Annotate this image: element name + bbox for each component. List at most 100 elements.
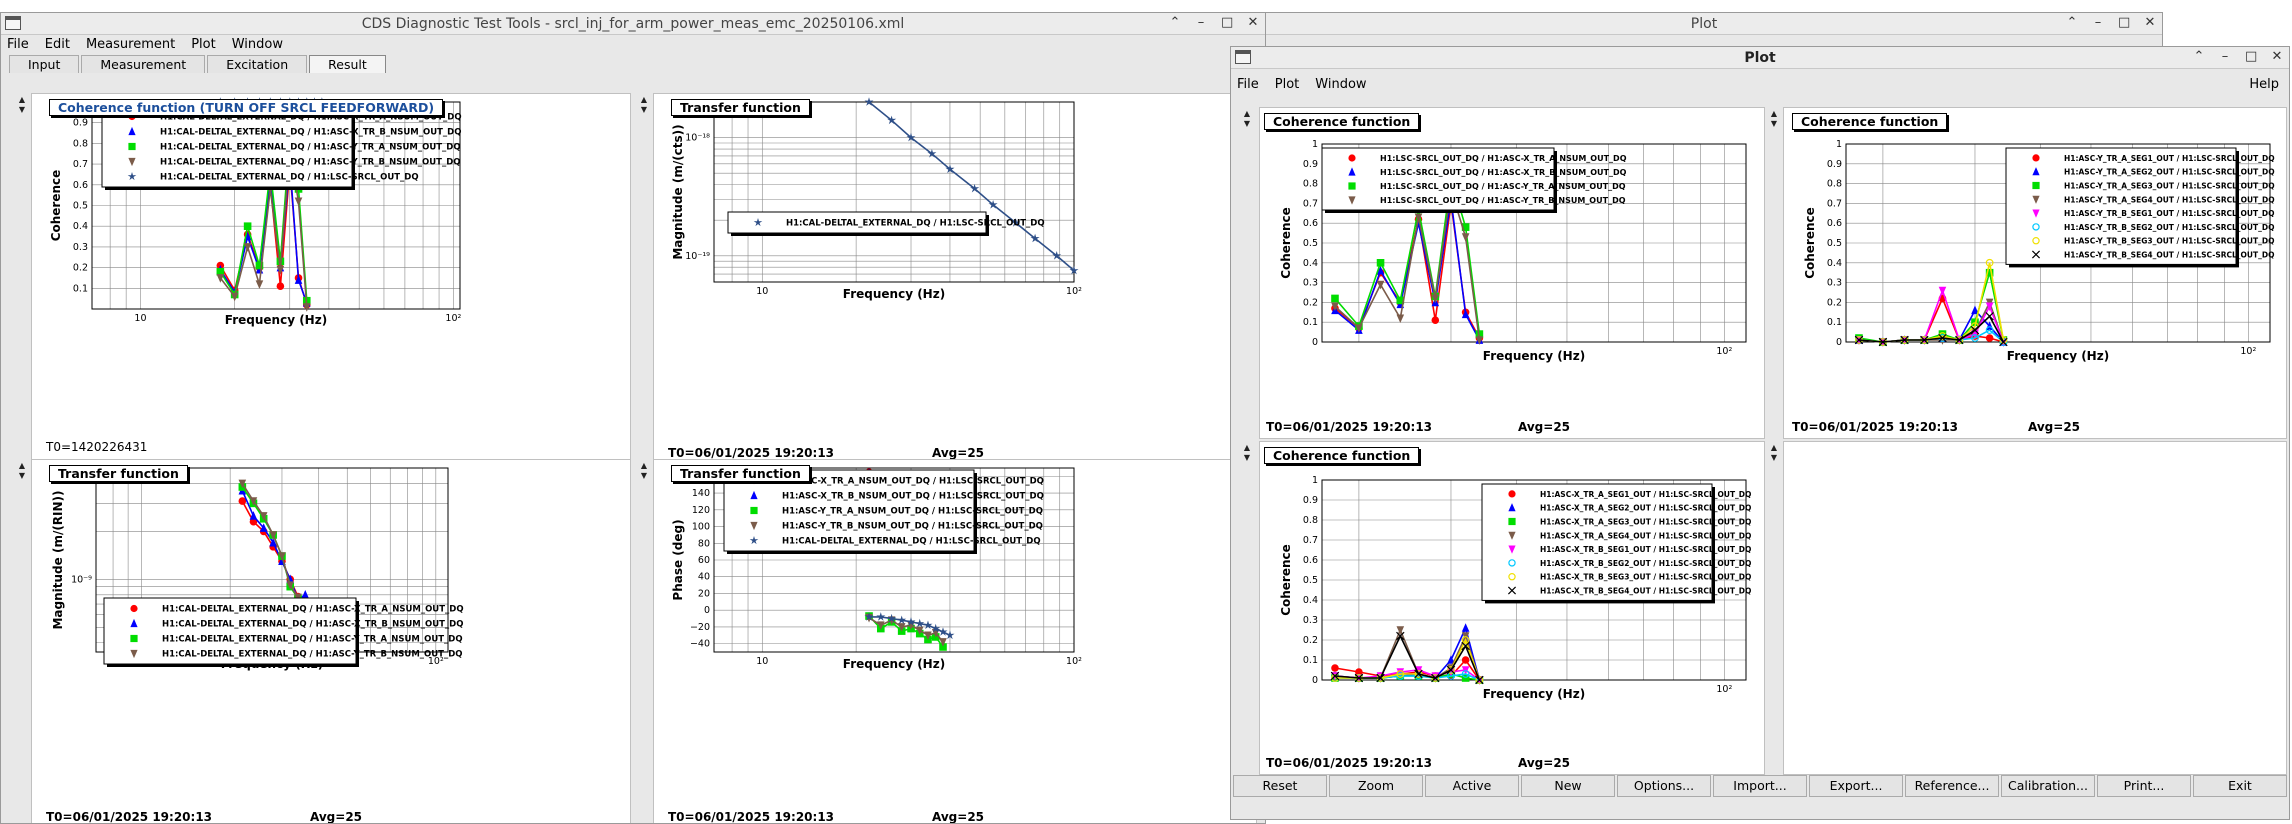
tab-result[interactable]: Result: [309, 55, 386, 73]
tab-measurement[interactable]: Measurement: [81, 55, 206, 73]
menu-window[interactable]: Window: [1315, 77, 1366, 92]
y-tick-label: 0.6: [1303, 555, 1318, 566]
export-button[interactable]: Export...: [1809, 775, 1903, 797]
plot-pad-coherence-4[interactable]: 0 0.1 0.2 0.3 0.4 0.5 0.6 0.7 0.8 0.9 1 10² Frequenc…: [1259, 441, 1765, 775]
x-axis-label: Frequency (Hz): [2007, 349, 2109, 363]
y-tick-label: 40: [698, 572, 710, 583]
scroll-up-icon[interactable]: ▲: [17, 95, 27, 105]
menu-window[interactable]: Window: [232, 37, 283, 52]
reference-button[interactable]: Reference...: [1905, 775, 1999, 797]
shade-icon[interactable]: ⌃: [2193, 49, 2205, 64]
legend-label: H1:ASC-Y_TR_A_SEG1_OUT / H1:LSC-SRCL_OUT…: [2064, 154, 2275, 163]
print-button[interactable]: Print...: [2097, 775, 2191, 797]
menu-edit[interactable]: Edit: [45, 37, 70, 52]
active-button[interactable]: Active: [1425, 775, 1519, 797]
plot-pad-coherence-2[interactable]: 0 0.1 0.2 0.3 0.4 0.5 0.6 0.7 0.8 0.9 1 10² Frequenc…: [1259, 107, 1765, 439]
scroll-down-icon[interactable]: ▼: [639, 105, 649, 115]
zoom-button[interactable]: Zoom: [1329, 775, 1423, 797]
scroll-up-icon[interactable]: ▲: [17, 461, 27, 471]
scroll-down-icon[interactable]: ▼: [639, 471, 649, 481]
pad-scroll-3[interactable]: ▲ ▼: [17, 461, 27, 481]
y-tick-label: 0.1: [1303, 655, 1318, 666]
exit-button[interactable]: Exit: [2193, 775, 2287, 797]
menu-help[interactable]: Help: [2249, 77, 2279, 92]
pad-scroll-5[interactable]: ▲ ▼: [1242, 109, 1252, 129]
close-icon[interactable]: ✕: [2271, 49, 2283, 64]
scroll-up-icon[interactable]: ▲: [639, 461, 649, 471]
scroll-down-icon[interactable]: ▼: [1769, 453, 1779, 463]
menu-plot[interactable]: Plot: [1275, 77, 1300, 92]
menu-file[interactable]: File: [7, 37, 29, 52]
maximize-icon[interactable]: □: [2245, 49, 2257, 64]
close-icon[interactable]: ✕: [2144, 15, 2156, 30]
scroll-down-icon[interactable]: ▼: [1242, 119, 1252, 129]
data-point: [243, 222, 252, 230]
scroll-up-icon[interactable]: ▲: [1242, 443, 1252, 453]
plot-pad-transfer-mag-cts[interactable]: 10⁻¹⁹ 10⁻¹⁸ 10 10² Frequency (Hz) Magnitude (…: [653, 93, 1257, 463]
scroll-down-icon[interactable]: ▼: [17, 105, 27, 115]
chart-transfer-mag-rin: 10⁻⁹1010²Frequency (Hz)Magnitude (m/(RIN…: [51, 467, 464, 671]
menu-plot[interactable]: Plot: [191, 37, 216, 52]
data-point: [1376, 259, 1385, 267]
pad-t0: T0=06/01/2025 19:20:13: [668, 810, 835, 824]
legend-label: H1:ASC-X_TR_A_SEG4_OUT / H1:LSC-SRCL_OUT…: [1540, 531, 1751, 540]
plot-pad-coherence-1[interactable]: 0.1 0.2 0.3 0.4 0.5 0.6 0.7 0.8 0.9 10 10² Frequenc…: [31, 93, 631, 463]
y-tick-label: 0.4: [1303, 595, 1318, 606]
import-button[interactable]: Import...: [1713, 775, 1807, 797]
data-point: [1938, 286, 1947, 296]
main-window-titlebar[interactable]: CDS Diagnostic Test Tools - srcl_inj_for…: [1, 13, 1265, 35]
tab-excitation[interactable]: Excitation: [207, 55, 308, 73]
legend-label: H1:ASC-X_TR_A_SEG3_OUT / H1:LSC-SRCL_OUT…: [1540, 518, 1751, 527]
close-icon[interactable]: ✕: [1247, 15, 1259, 30]
plot-pad-transfer-phase[interactable]: −40−200204060801001201401601010²Frequenc…: [653, 459, 1257, 824]
pad-scroll-8[interactable]: ▲ ▼: [1769, 443, 1779, 463]
main-window-title: CDS Diagnostic Test Tools - srcl_inj_for…: [361, 15, 905, 32]
scroll-up-icon[interactable]: ▲: [1769, 443, 1779, 453]
data-point: [294, 197, 303, 207]
minimize-icon[interactable]: ⌃: [2066, 15, 2078, 30]
plot-pad-coherence-3[interactable]: 0 0.1 0.2 0.3 0.4 0.5 0.6 0.7 0.8 0.9 1 10² Frequenc…: [1783, 107, 2287, 439]
pad-title: Coherence function: [1264, 113, 1420, 130]
maximize-icon[interactable]: □: [1221, 15, 1233, 30]
scroll-up-icon[interactable]: ▲: [639, 95, 649, 105]
tab-input[interactable]: Input: [9, 55, 80, 73]
plot-pad-empty[interactable]: [1783, 441, 2287, 775]
back-window-title: Plot: [1690, 15, 1718, 32]
data-point: [276, 282, 285, 291]
shade-icon[interactable]: ⌃: [1169, 15, 1181, 30]
scroll-down-icon[interactable]: ▼: [17, 471, 27, 481]
pad-title: Transfer function: [671, 465, 810, 482]
menu-file[interactable]: File: [1237, 77, 1259, 92]
minimize-bar-icon[interactable]: –: [2092, 15, 2104, 30]
reset-button[interactable]: Reset: [1233, 775, 1327, 797]
y-axis-label: Coherence: [49, 170, 63, 242]
options-button[interactable]: Options...: [1617, 775, 1711, 797]
y-tick-label: 0.9: [1303, 159, 1318, 170]
new-button[interactable]: New: [1521, 775, 1615, 797]
y-tick-label: 0.4: [1827, 258, 1842, 269]
pad-scroll-2[interactable]: ▲ ▼: [639, 95, 649, 115]
scroll-down-icon[interactable]: ▼: [1242, 453, 1252, 463]
calibration-button[interactable]: Calibration...: [2001, 775, 2095, 797]
pad-scroll-1[interactable]: ▲ ▼: [17, 95, 27, 115]
minimize-icon[interactable]: –: [1195, 15, 1207, 30]
chart-coherence-xtr-seg: 0 0.1 0.2 0.3 0.4 0.5 0.6 0.7 0.8 0.9 1 10² Frequenc…: [1279, 475, 1751, 701]
pad-scroll-6[interactable]: ▲ ▼: [1769, 109, 1779, 129]
menu-measurement[interactable]: Measurement: [86, 37, 175, 52]
data-point: [1461, 656, 1470, 664]
minimize-icon[interactable]: –: [2219, 49, 2231, 64]
legend-label: H1:ASC-Y_TR_A_SEG2_OUT / H1:LSC-SRCL_OUT…: [2064, 168, 2275, 177]
pad-scroll-4[interactable]: ▲ ▼: [639, 461, 649, 481]
y-tick-label: −20: [690, 622, 710, 633]
back-window-titlebar[interactable]: Plot ⌃ – □ ✕: [1246, 13, 2162, 35]
scroll-down-icon[interactable]: ▼: [1769, 119, 1779, 129]
legend-label: H1:LSC-SRCL_OUT_DQ / H1:ASC-X_TR_B_NSUM_…: [1380, 168, 1627, 177]
scroll-up-icon[interactable]: ▲: [1769, 109, 1779, 119]
pad-scroll-7[interactable]: ▲ ▼: [1242, 443, 1252, 463]
maximize-icon[interactable]: □: [2118, 15, 2130, 30]
x-axis-label: Frequency (Hz): [1483, 687, 1585, 701]
plot-window-titlebar[interactable]: Plot ⌃ – □ ✕: [1231, 47, 2289, 69]
y-tick-label: 10⁻¹⁸: [685, 133, 710, 144]
scroll-up-icon[interactable]: ▲: [1242, 109, 1252, 119]
plot-pad-transfer-mag-rin[interactable]: 10⁻⁹1010²Frequency (Hz)Magnitude (m/(RIN…: [31, 459, 631, 823]
